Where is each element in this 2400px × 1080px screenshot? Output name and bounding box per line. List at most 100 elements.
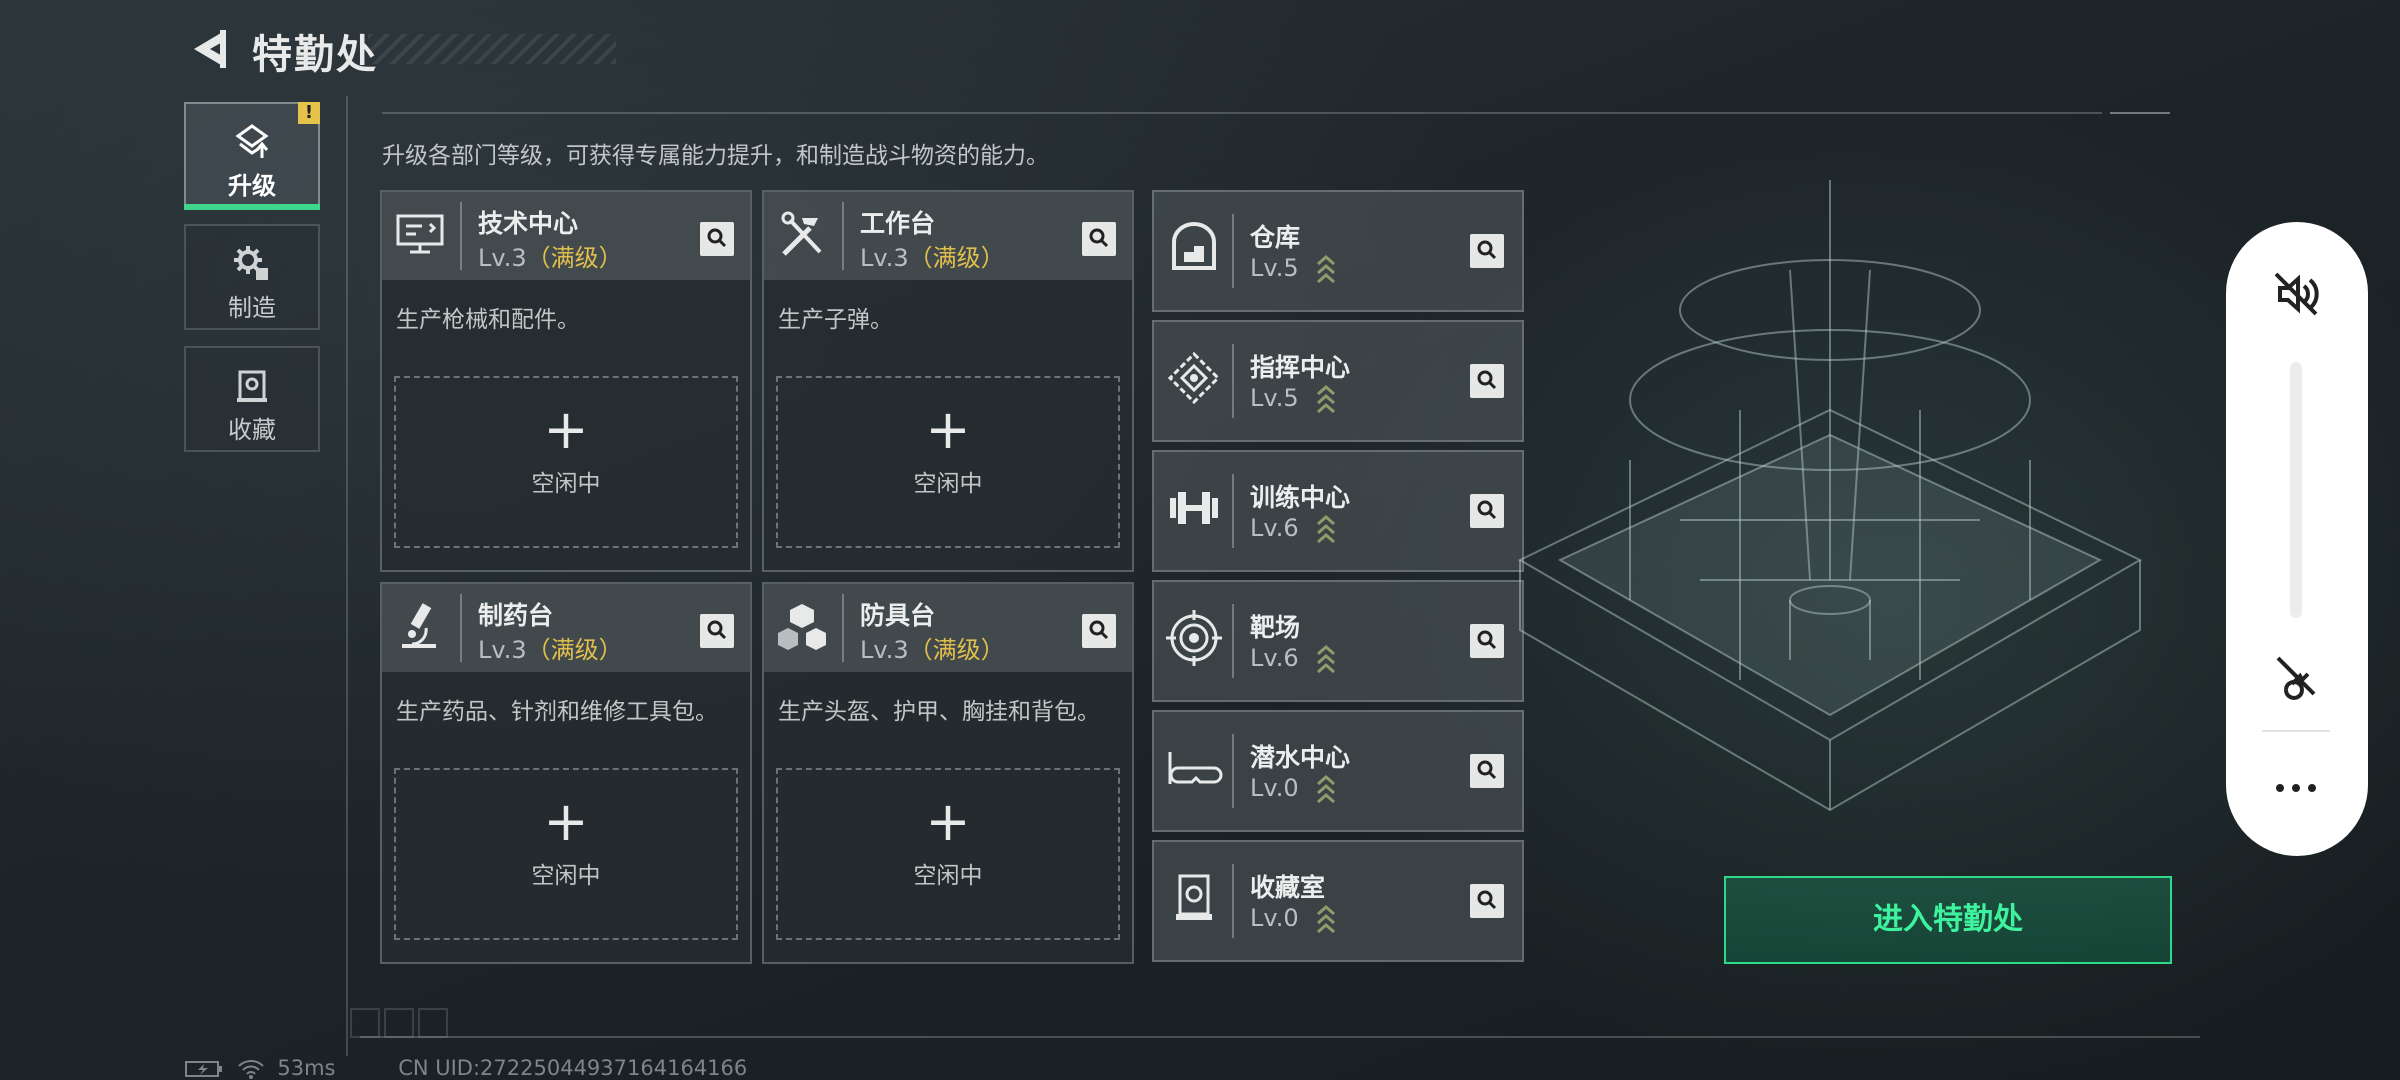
production-card-pharmacy: 制药台 Lv.3（满级） 生产药品、针剂和维修工具包。 + 空闲中: [380, 582, 752, 964]
card-separator: [842, 594, 844, 662]
slot-status: 空闲中: [913, 863, 983, 889]
card-name: 指挥中心: [1250, 353, 1351, 382]
facility-card-training-center[interactable]: 训练中心 Lv.6: [1152, 450, 1524, 572]
active-tab-indicator: [184, 204, 320, 210]
card-name: 训练中心: [1250, 483, 1351, 512]
plus-icon: +: [925, 790, 971, 853]
wifi-icon: [237, 1060, 264, 1079]
card-level: Lv.5: [1250, 254, 1299, 282]
production-slot[interactable]: + 空闲中: [394, 376, 738, 548]
target-icon: [1166, 610, 1222, 666]
collection-icon: [1176, 874, 1212, 920]
production-slot[interactable]: + 空闲中: [394, 768, 738, 940]
level-value: Lv.3: [860, 244, 909, 272]
deco-square: [384, 1008, 414, 1038]
facility-card-collection-room[interactable]: 收藏室 Lv.0: [1152, 840, 1524, 962]
card-separator: [460, 594, 462, 662]
facility-card-warehouse[interactable]: 仓库 Lv.5: [1152, 190, 1524, 312]
back-arrow-icon: [194, 30, 226, 68]
card-description: 生产药品、针剂和维修工具包。: [396, 699, 718, 725]
warehouse-icon: [1172, 222, 1216, 270]
search-icon: [707, 228, 727, 248]
production-card-tech-center: 技术中心 Lv.3（满级） 生产枪械和配件。 + 空闲中: [380, 190, 752, 572]
back-button[interactable]: [186, 24, 232, 74]
search-button[interactable]: [1470, 494, 1504, 528]
command-icon: [1167, 351, 1221, 405]
search-button[interactable]: [1082, 222, 1116, 256]
collection-icon: [237, 370, 267, 402]
card-level: Lv.3（满级）: [478, 238, 623, 273]
search-button[interactable]: [1470, 754, 1504, 788]
armor-icon: [778, 604, 826, 650]
card-description: 生产头盔、护甲、胸挂和背包。: [778, 699, 1100, 725]
slot-status: 空闲中: [531, 471, 601, 497]
search-icon: [1477, 630, 1497, 650]
card-level: Lv.3（满级）: [860, 630, 1005, 665]
plus-icon: +: [543, 790, 589, 853]
level-value: Lv.3: [478, 244, 527, 272]
card-name: 技术中心: [478, 209, 579, 238]
volume-slider[interactable]: [2290, 362, 2302, 618]
level-up-icon: [1317, 905, 1335, 934]
speaker-muted-icon[interactable]: [2266, 264, 2326, 324]
card-name: 制药台: [478, 601, 554, 630]
vibrate-off-icon[interactable]: [2266, 646, 2326, 706]
level-up-icon: [1317, 775, 1335, 804]
level-up-icon: [1317, 515, 1335, 544]
max-level-tag: （满级）: [908, 244, 1005, 272]
more-dots-icon: [2276, 784, 2316, 792]
search-icon: [1477, 500, 1497, 520]
level-up-icon: [1317, 255, 1335, 284]
search-button[interactable]: [700, 614, 734, 648]
search-icon: [1089, 620, 1109, 640]
tab-craft[interactable]: 制造: [184, 224, 320, 330]
card-separator: [1232, 734, 1234, 808]
tools-icon: [781, 211, 822, 256]
top-frame-accent: [2110, 112, 2170, 114]
card-name: 靶场: [1250, 613, 1301, 642]
microscope-icon: [402, 603, 436, 648]
card-level: Lv.3（满级）: [860, 238, 1005, 273]
base-wireframe-illustration: [1517, 180, 2143, 812]
search-icon: [1477, 890, 1497, 910]
dumbbell-icon: [1170, 492, 1218, 524]
level-up-icon: [1317, 385, 1335, 414]
search-button[interactable]: [1470, 364, 1504, 398]
search-icon: [1477, 370, 1497, 390]
slot-status: 空闲中: [531, 863, 601, 889]
search-button[interactable]: [1470, 234, 1504, 268]
tab-collection[interactable]: 收藏: [184, 346, 320, 452]
card-level: Lv.3（满级）: [478, 630, 623, 665]
search-icon: [1477, 240, 1497, 260]
panel-divider: [2262, 730, 2330, 732]
left-frame-line: [346, 96, 348, 1056]
production-slot[interactable]: + 空闲中: [776, 768, 1120, 940]
production-slot[interactable]: + 空闲中: [776, 376, 1120, 548]
max-level-tag: （满级）: [908, 636, 1005, 664]
max-level-tag: （满级）: [526, 244, 623, 272]
bottom-frame-line: [360, 1036, 2200, 1038]
enter-hq-button[interactable]: 进入特勤处: [1724, 876, 2172, 964]
facility-card-command-center[interactable]: 指挥中心 Lv.5: [1152, 320, 1524, 442]
level-value: Lv.3: [860, 636, 909, 664]
facility-card-diving-center[interactable]: 潜水中心 Lv.0: [1152, 710, 1524, 832]
production-card-armor: 防具台 Lv.3（满级） 生产头盔、护甲、胸挂和背包。 + 空闲中: [762, 582, 1134, 964]
battery-icon: [185, 1061, 222, 1077]
slot-status: 空闲中: [913, 471, 983, 497]
more-options-button[interactable]: [2262, 758, 2330, 818]
facility-card-shooting-range[interactable]: 靶场 Lv.6: [1152, 580, 1524, 702]
card-separator: [1232, 474, 1234, 548]
search-button[interactable]: [1470, 884, 1504, 918]
user-uid: CN UID:27225044937164164166: [398, 1056, 748, 1080]
diving-mask-icon: [1168, 752, 1223, 784]
search-button[interactable]: [1082, 614, 1116, 648]
latency-value: 53ms: [277, 1056, 336, 1080]
search-button[interactable]: [700, 222, 734, 256]
search-icon: [707, 620, 727, 640]
max-level-tag: （满级）: [526, 636, 623, 664]
section-description: 升级各部门等级，可获得专属能力提升，和制造战斗物资的能力。: [382, 143, 1049, 169]
card-level: Lv.0: [1250, 774, 1299, 802]
search-button[interactable]: [1470, 624, 1504, 658]
monitor-icon: [396, 214, 444, 254]
plus-icon: +: [925, 398, 971, 461]
